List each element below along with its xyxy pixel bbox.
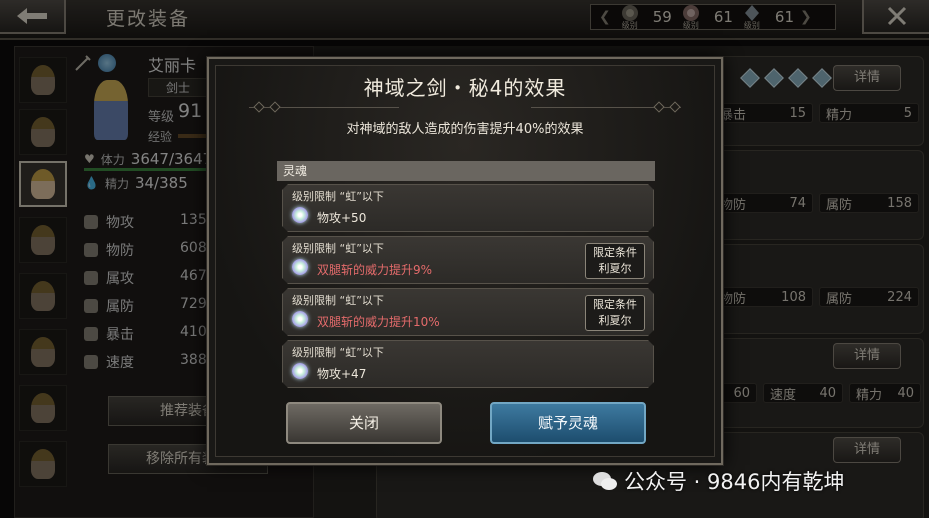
soul-slot[interactable]: 级别限制 “虹”以下 物攻+50 xyxy=(282,184,654,232)
restriction-title: 限定条件 xyxy=(593,298,637,311)
close-button[interactable]: 关闭 xyxy=(286,402,442,444)
restriction-badge: 限定条件 利夏尔 xyxy=(585,295,645,331)
grant-soul-button[interactable]: 赋予灵魂 xyxy=(490,402,646,444)
watermark-text: 公众号 · 9846内有乾坤 xyxy=(624,470,845,494)
soul-orb-icon xyxy=(292,363,308,379)
soul-orb-icon xyxy=(292,259,308,275)
effect-dialog: 神域之剑・秘4的效果 对神域的敌人造成的伤害提升40%的效果 灵魂 级别限制 “… xyxy=(207,57,723,465)
restriction-badge: 限定条件 利夏尔 xyxy=(585,243,645,279)
dialog-description: 对神域的敌人造成的伤害提升40%的效果 xyxy=(346,122,584,137)
soul-slot[interactable]: 级别限制 “虹”以下 双腿斩的威力提升10% 限定条件 利夏尔 xyxy=(282,288,654,336)
soul-limit-text: 级别限制 “虹”以下 xyxy=(292,190,384,203)
soul-effect-text: 物攻+50 xyxy=(317,211,367,225)
soul-limit-text: 级别限制 “虹”以下 xyxy=(292,346,384,359)
soul-orb-icon xyxy=(292,311,308,327)
soul-orb-icon xyxy=(292,207,308,223)
soul-effect-text: 双腿斩的威力提升10% xyxy=(317,315,440,329)
restriction-title: 限定条件 xyxy=(593,246,637,259)
soul-effect-text: 物攻+47 xyxy=(317,367,367,381)
watermark: 公众号 · 9846内有乾坤 xyxy=(592,466,844,496)
restriction-character: 利夏尔 xyxy=(598,262,632,275)
soul-effect-text: 双腿斩的威力提升9% xyxy=(317,263,433,277)
soul-limit-text: 级别限制 “虹”以下 xyxy=(292,294,384,307)
soul-slot[interactable]: 级别限制 “虹”以下 双腿斩的威力提升9% 限定条件 利夏尔 xyxy=(282,236,654,284)
soul-section-header: 灵魂 xyxy=(277,161,655,181)
restriction-character: 利夏尔 xyxy=(598,314,632,327)
wechat-icon xyxy=(593,472,617,490)
soul-slot[interactable]: 级别限制 “虹”以下 物攻+47 xyxy=(282,340,654,388)
dialog-title: 神域之剑・秘4的效果 xyxy=(363,76,567,100)
soul-limit-text: 级别限制 “虹”以下 xyxy=(292,242,384,255)
